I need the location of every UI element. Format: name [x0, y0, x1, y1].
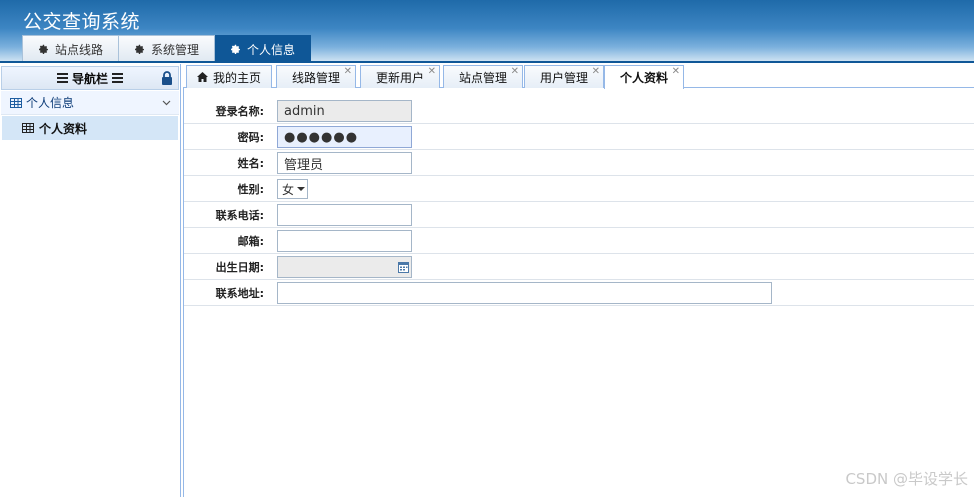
sidebar: 导航栏 个人信息 个人资料	[0, 64, 181, 497]
form-row-birthday: 出生日期:	[184, 254, 974, 280]
top-tab-label: 系统管理	[151, 43, 200, 57]
header-divider	[0, 61, 974, 63]
birthday-label: 出生日期:	[215, 261, 264, 274]
lock-icon[interactable]	[161, 71, 173, 85]
address-label: 联系地址:	[215, 287, 264, 300]
top-tab-label: 个人信息	[247, 43, 296, 57]
phone-label: 联系电话:	[215, 209, 264, 222]
calendar-icon[interactable]	[398, 261, 409, 273]
home-icon	[196, 72, 208, 82]
form-row-password: 密码: ●●●●●●	[184, 124, 974, 150]
login-name-label: 登录名称:	[215, 105, 264, 118]
sidebar-item-label: 个人资料	[39, 121, 88, 136]
tab-label: 我的主页	[212, 70, 261, 85]
gear-icon	[135, 44, 144, 54]
chevron-down-icon[interactable]	[162, 100, 171, 106]
gear-icon	[231, 44, 240, 54]
tab-label: 更新用户	[375, 70, 424, 85]
sidebar-group-label: 个人信息	[26, 96, 75, 110]
form-row-name: 姓名: 管理员	[184, 150, 974, 176]
top-tab-label: 站点线路	[55, 43, 104, 57]
form-row-phone: 联系电话:	[184, 202, 974, 228]
address-field[interactable]	[277, 282, 772, 304]
table-icon	[10, 97, 22, 108]
form-row-address: 联系地址:	[184, 280, 974, 306]
gender-label: 性别:	[237, 183, 264, 196]
name-value: 管理员	[284, 157, 324, 173]
name-label: 姓名:	[237, 157, 264, 170]
tab-label: 个人资料	[619, 71, 668, 85]
password-field[interactable]: ●●●●●●	[277, 126, 412, 148]
sidebar-group-personal-info[interactable]: 个人信息	[1, 91, 179, 115]
sidebar-item-profile[interactable]: 个人资料	[2, 116, 178, 140]
sidebar-header: 导航栏	[1, 66, 179, 90]
top-tab-system-management[interactable]: 系统管理	[119, 35, 216, 63]
form-row-email: 邮箱:	[184, 228, 974, 254]
tab-label: 线路管理	[291, 70, 340, 85]
password-label: 密码:	[237, 131, 264, 144]
tab-profile[interactable]: 个人资料 ✕	[604, 65, 684, 89]
close-icon[interactable]: ✕	[511, 66, 519, 77]
sidebar-title: 导航栏	[71, 71, 108, 86]
name-field[interactable]: 管理员	[277, 152, 412, 174]
phone-field[interactable]	[277, 204, 412, 226]
tab-user-management[interactable]: 用户管理 ✕	[524, 65, 604, 88]
login-name-field[interactable]: admin	[277, 100, 412, 122]
close-icon[interactable]: ✕	[428, 66, 436, 77]
app-header: 公交查询系统 站点线路 系统管理 个人信息	[0, 0, 974, 63]
close-icon[interactable]: ✕	[592, 66, 600, 77]
tab-station-management[interactable]: 站点管理 ✕	[443, 65, 523, 88]
gear-icon	[39, 44, 48, 54]
top-nav: 站点线路 系统管理 个人信息	[22, 35, 312, 63]
close-icon[interactable]: ✕	[672, 66, 680, 77]
close-icon[interactable]: ✕	[344, 66, 352, 77]
top-tab-stations-routes[interactable]: 站点线路	[22, 35, 120, 63]
tab-route-management[interactable]: 线路管理 ✕	[276, 65, 356, 88]
gender-value: 女	[282, 182, 295, 197]
birthday-field[interactable]	[277, 256, 412, 278]
profile-panel: 登录名称: admin 密码: ●●●●●● 姓名: 管理员 性别: 女 联系电…	[183, 88, 974, 497]
content-tab-strip: 我的主页 线路管理 ✕ 更新用户 ✕ 站点管理 ✕ 用户管理 ✕ 个人资料 ✕	[183, 64, 974, 89]
email-label: 邮箱:	[237, 235, 264, 248]
form-row-login-name: 登录名称: admin	[184, 98, 974, 124]
hamburger-icon	[112, 73, 123, 83]
caret-down-icon	[297, 187, 306, 191]
form-row-gender: 性别: 女	[184, 176, 974, 202]
login-name-value: admin	[284, 103, 325, 119]
email-field[interactable]	[277, 230, 412, 252]
app-title: 公交查询系统	[23, 11, 141, 33]
table-icon	[22, 123, 34, 133]
hamburger-icon	[56, 73, 68, 83]
gender-select[interactable]: 女	[277, 179, 308, 199]
tab-label: 站点管理	[458, 70, 507, 85]
tab-update-user[interactable]: 更新用户 ✕	[360, 65, 440, 88]
watermark: CSDN @毕设学长	[845, 470, 968, 488]
tab-label: 用户管理	[539, 70, 588, 85]
top-tab-personal-info[interactable]: 个人信息	[215, 35, 312, 63]
main-content: 我的主页 线路管理 ✕ 更新用户 ✕ 站点管理 ✕ 用户管理 ✕ 个人资料 ✕ …	[183, 64, 974, 497]
tab-home[interactable]: 我的主页	[186, 65, 272, 88]
password-value: ●●●●●●	[284, 129, 359, 145]
